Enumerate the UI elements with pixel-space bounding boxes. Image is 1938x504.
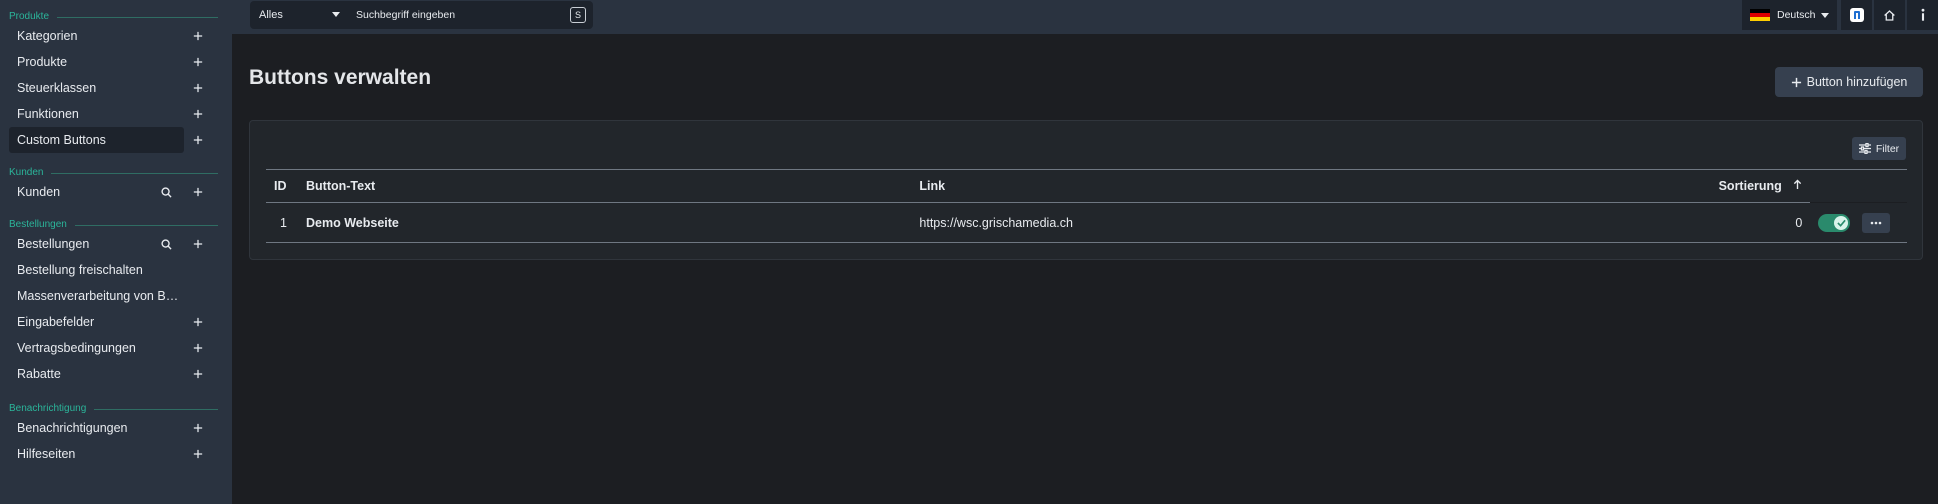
column-header-sort[interactable]: Sortierung (1708, 170, 1810, 203)
table-row[interactable]: 1 Demo Webseite https://wsc.grischamedia… (266, 203, 1907, 243)
sidebar-item[interactable]: Vertragsbedingungen (9, 335, 203, 361)
sidebar-section-label-text: Benachrichtigung (9, 403, 87, 414)
plus-icon[interactable] (193, 49, 209, 75)
caret-down-icon (1820, 12, 1829, 18)
sidebar-item-label: Kategorien (17, 29, 78, 43)
search-icon[interactable] (161, 231, 177, 257)
app-logo-icon (1849, 8, 1864, 22)
cell-actions (1810, 203, 1907, 243)
plus-icon[interactable] (193, 309, 209, 335)
cell-sort: 0 (1795, 215, 1803, 230)
sidebar-item[interactable]: Hilfeseiten (9, 441, 203, 467)
plus-icon[interactable] (193, 441, 209, 467)
column-header-actions (1810, 169, 1907, 203)
caret-down-icon (332, 12, 340, 17)
sidebar-item-label: Produkte (17, 55, 68, 69)
plus-icon[interactable] (193, 231, 209, 257)
filter-button[interactable]: Filter (1852, 137, 1906, 160)
search-input[interactable] (350, 1, 570, 29)
sidebar-item-label: Eingabefelder (17, 315, 95, 329)
sidebar-item[interactable]: Massenverarbeitung von Bestellu… (9, 283, 184, 309)
plus-icon (1791, 77, 1802, 88)
sidebar-item-label: Kunden (17, 185, 61, 199)
column-header-sort-label: Sortierung (1718, 178, 1782, 193)
sidebar: Produkte Kategorien Produkte Steuerklassen F… (0, 0, 232, 504)
add-button-label: Button hinzufügen (1806, 75, 1908, 89)
sidebar-item[interactable]: Custom Buttons (9, 127, 203, 153)
sidebar-item-label: Vertragsbedingungen (17, 341, 136, 355)
more-actions-button[interactable] (1861, 212, 1890, 233)
language-select[interactable]: Deutsch (1742, 0, 1837, 30)
sidebar-section-label: Bestellungen (0, 219, 232, 231)
sidebar-section-label: Kunden (0, 167, 232, 179)
sidebar-item-label: Hilfeseiten (17, 447, 76, 461)
search-scope-select[interactable]: Alles (250, 1, 350, 29)
cell-button-text: Demo Webseite (306, 215, 399, 230)
column-header-link[interactable]: Link (919, 170, 1708, 203)
column-header-button-text[interactable]: Button-Text (306, 170, 919, 203)
home-icon (1884, 9, 1895, 21)
sidebar-item[interactable]: Kategorien (9, 23, 203, 49)
search-shortcut-badge: S (570, 7, 586, 23)
plus-icon[interactable] (193, 415, 209, 441)
filter-label: Filter (1875, 142, 1900, 155)
sidebar-item-label: Funktionen (17, 107, 79, 121)
plus-icon[interactable] (193, 127, 209, 153)
plus-icon[interactable] (193, 23, 209, 49)
sidebar-section-label-text: Bestellungen (9, 219, 67, 230)
sidebar-item-label: Bestellung freischalten (17, 263, 143, 277)
sidebar-item[interactable]: Bestellungen (9, 231, 203, 257)
language-label: Deutsch (1777, 9, 1816, 21)
arrow-up-icon (1793, 179, 1802, 193)
search-scope-value: Alles (259, 9, 283, 21)
info-button[interactable] (1907, 0, 1938, 30)
global-search: Alles S (250, 1, 593, 29)
sidebar-item[interactable]: Produkte (9, 49, 203, 75)
sidebar-item-label: Benachrichtigungen (17, 421, 128, 435)
top-right-controls: Deutsch (1742, 0, 1938, 30)
page-title: Buttons verwalten (249, 66, 432, 89)
sidebar-item[interactable]: Rabatte (9, 361, 203, 387)
sidebar-section-label-text: Produkte (9, 11, 50, 22)
app-logo-button[interactable] (1841, 0, 1872, 30)
plus-icon[interactable] (193, 361, 209, 387)
table-header-row: ID Button-Text Link Sortierung (266, 169, 1907, 203)
column-header-id[interactable]: ID (266, 170, 306, 203)
plus-icon[interactable] (193, 75, 209, 101)
german-flag-icon (1750, 8, 1770, 22)
cell-id: 1 (280, 215, 287, 230)
sidebar-item[interactable]: Steuerklassen (9, 75, 203, 101)
ellipsis-icon (1870, 221, 1882, 224)
info-icon (1921, 8, 1924, 21)
sidebar-item[interactable]: Bestellung freischalten (9, 257, 184, 283)
sidebar-item-label: Custom Buttons (17, 133, 106, 147)
sidebar-item[interactable]: Kunden (9, 179, 203, 205)
buttons-panel: Filter ID Button-Text Link Sortierung 1 … (249, 120, 1923, 260)
add-button-button[interactable]: Button hinzufügen (1775, 67, 1923, 97)
plus-icon[interactable] (193, 101, 209, 127)
plus-icon[interactable] (193, 335, 209, 361)
cell-link: https://wsc.grischamedia.ch (919, 215, 1073, 230)
sidebar-section-label-text: Kunden (9, 167, 44, 178)
sidebar-section-label: Benachrichtigung (0, 403, 232, 415)
sliders-icon (1858, 143, 1871, 154)
sidebar-item-label: Massenverarbeitung von Bestellu… (17, 289, 184, 303)
sidebar-item-label: Rabatte (17, 367, 61, 381)
buttons-table: ID Button-Text Link Sortierung 1 Demo We… (266, 169, 1907, 243)
home-button[interactable] (1874, 0, 1905, 30)
sidebar-item[interactable]: Eingabefelder (9, 309, 203, 335)
sidebar-item-label: Steuerklassen (17, 81, 97, 95)
search-icon[interactable] (161, 179, 177, 205)
check-icon (1834, 215, 1849, 230)
sidebar-item[interactable]: Funktionen (9, 101, 203, 127)
enabled-toggle[interactable] (1818, 213, 1851, 232)
top-bar: Alles S Deutsch (232, 0, 1938, 34)
sidebar-item[interactable]: Benachrichtigungen (9, 415, 203, 441)
sidebar-item-label: Bestellungen (17, 237, 90, 251)
plus-icon[interactable] (193, 179, 209, 205)
sidebar-section-label: Produkte (0, 11, 232, 23)
